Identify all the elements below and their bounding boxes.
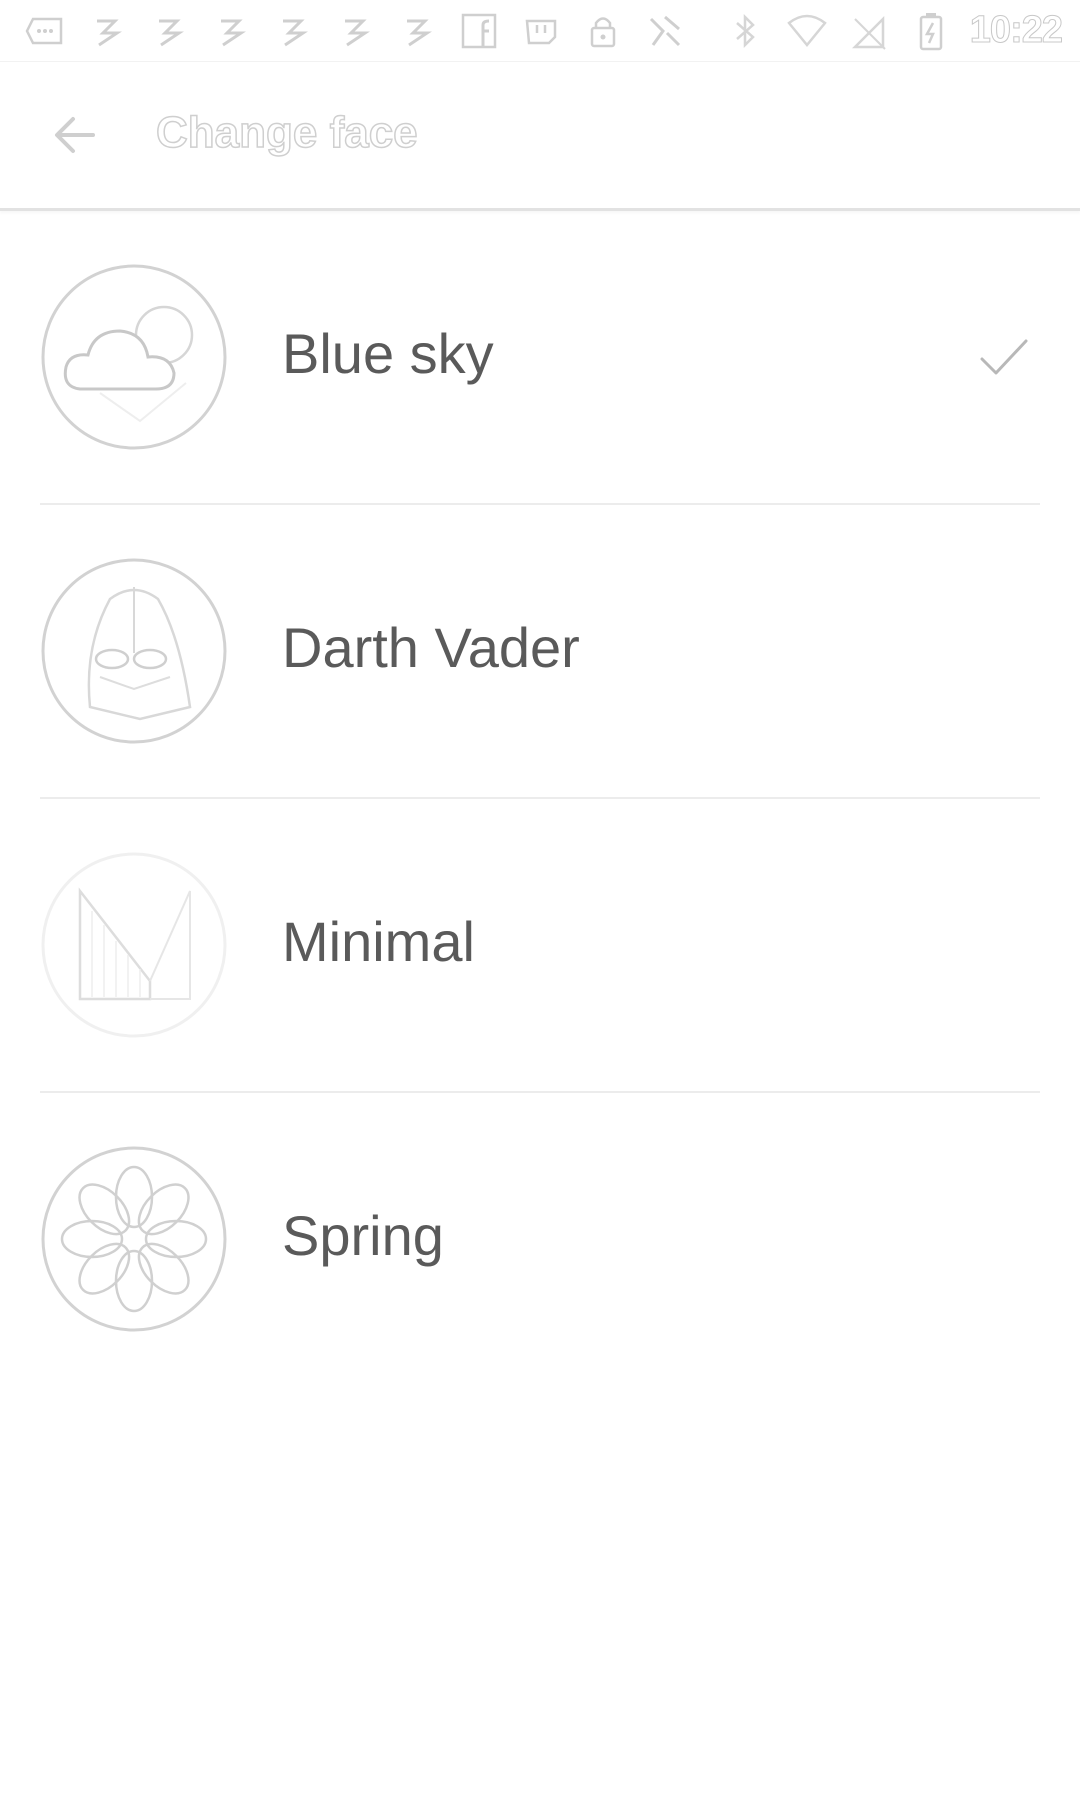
list-item-blue-sky[interactable]: Blue sky xyxy=(0,211,1080,505)
app-icon xyxy=(84,11,130,51)
battery-charging-icon xyxy=(908,11,954,51)
app-icon xyxy=(332,11,378,51)
message-bubble-icon xyxy=(22,11,68,51)
face-label: Spring xyxy=(282,1204,444,1267)
app-bar: Change face xyxy=(0,62,1080,211)
clock: 10:22 xyxy=(969,9,1063,52)
page-title: Change face xyxy=(155,107,418,158)
app-icon xyxy=(270,11,316,51)
no-sim-icon xyxy=(846,11,892,51)
system-icons: 10:22 xyxy=(722,9,1064,52)
wifi-icon xyxy=(784,11,830,51)
face-label: Minimal xyxy=(282,910,475,973)
flower-icon xyxy=(40,1145,228,1333)
face-list: Blue sky Darth Vader Minimal Spring xyxy=(0,211,1080,1387)
list-item-spring[interactable]: Spring xyxy=(0,1093,1080,1387)
back-button[interactable] xyxy=(40,100,110,170)
check-icon xyxy=(980,339,1028,375)
face-label: Darth Vader xyxy=(282,616,580,679)
app-icon xyxy=(394,11,440,51)
status-bar: 10:22 xyxy=(0,0,1080,62)
bluetooth-icon xyxy=(722,11,768,51)
twitch-icon xyxy=(518,11,564,51)
list-item-darth-vader[interactable]: Darth Vader xyxy=(0,505,1080,799)
minimal-m-icon xyxy=(40,851,228,1039)
arrow-back-icon xyxy=(55,117,95,153)
app-icon xyxy=(208,11,254,51)
list-item-minimal[interactable]: Minimal xyxy=(0,799,1080,1093)
notification-icons xyxy=(22,11,688,51)
lock-icon xyxy=(580,11,626,51)
face-label: Blue sky xyxy=(282,322,494,385)
app-icon xyxy=(146,11,192,51)
facebook-icon xyxy=(456,11,502,51)
darth-vader-icon xyxy=(40,557,228,745)
cloud-sun-icon xyxy=(40,263,228,451)
app-icon xyxy=(642,11,688,51)
